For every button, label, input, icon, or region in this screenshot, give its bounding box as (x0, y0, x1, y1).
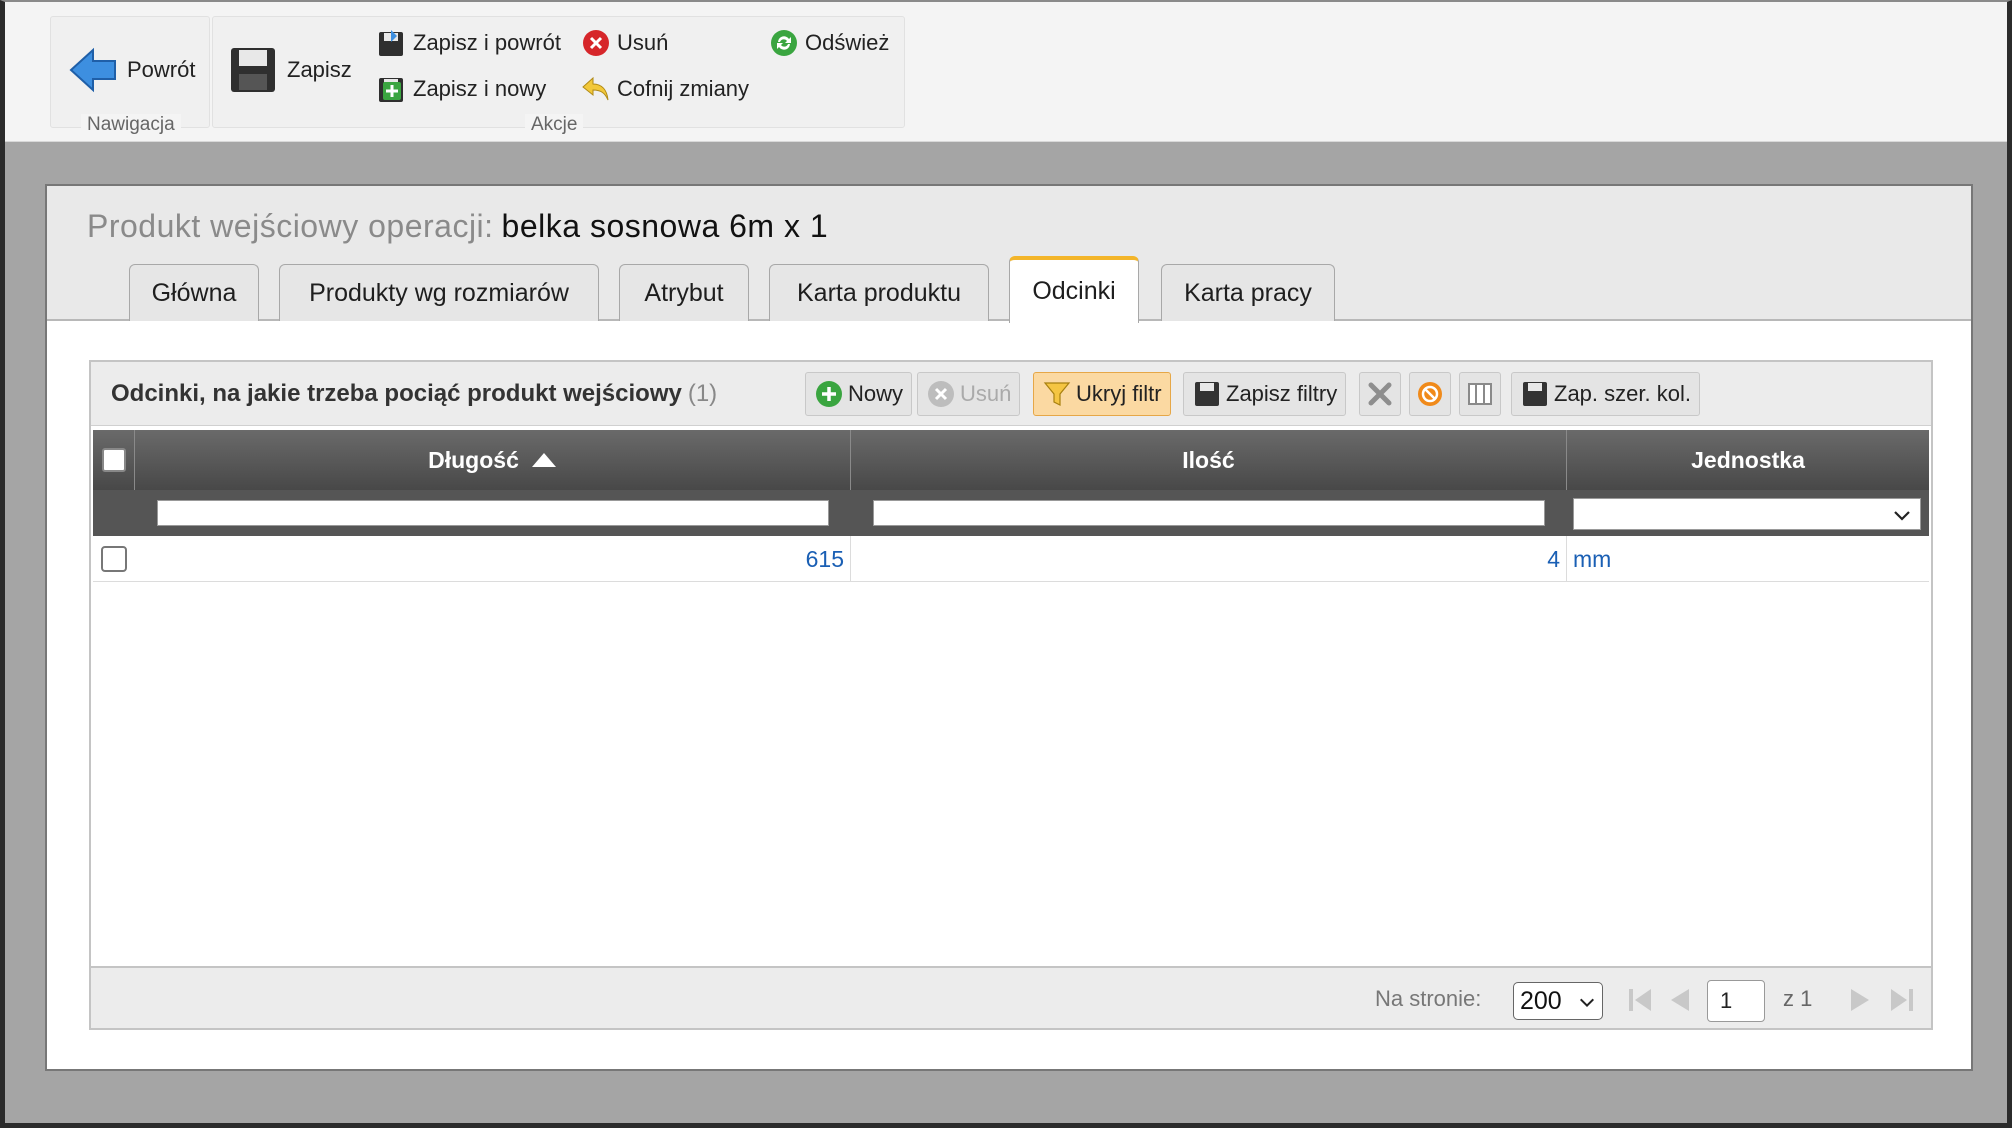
column-header-length[interactable]: Długość (135, 430, 851, 490)
length-filter-input[interactable] (157, 500, 829, 526)
funnel-filter-icon (1043, 382, 1071, 406)
save-column-widths-label: Zap. szer. kol. (1554, 381, 1691, 406)
cell-length: 615 (135, 536, 851, 582)
page-total-label: z 1 (1783, 986, 1813, 1011)
hide-filter-button[interactable]: Ukryj filtr (1033, 372, 1171, 416)
delete-record-button[interactable]: Usuń (917, 372, 1021, 416)
back-arrow-icon (69, 47, 116, 93)
column-header-length-label: Długość (428, 446, 519, 473)
grid-record-count: (1) (687, 380, 718, 407)
navigation-group-caption: Nawigacja (81, 114, 181, 136)
plus-circle-icon (816, 381, 842, 407)
delete-button-label: Usuń (617, 30, 669, 55)
floppy-disk-plus-icon (379, 78, 403, 102)
grid-filter-row (93, 490, 1929, 536)
save-and-back-label: Zapisz i powrót (413, 30, 561, 55)
refresh-button[interactable]: Odśwież (769, 25, 889, 61)
quantity-filter-input[interactable] (873, 500, 1545, 526)
unit-filter-select[interactable] (1573, 498, 1921, 530)
sort-ascending-icon (531, 453, 556, 467)
save-and-new-label: Zapisz i nowy (413, 76, 547, 101)
delete-record-label: Usuń (960, 381, 1012, 406)
cell-quantity: 4 (851, 536, 1567, 582)
segments-grid-panel: Odcinki, na jakie trzeba pociąć produkt … (89, 360, 1933, 1030)
new-record-label: Nowy (848, 381, 904, 406)
tab-segments[interactable]: Odcinki (1009, 256, 1139, 323)
save-button-label: Zapisz (287, 57, 352, 82)
per-page-value: 200 (1520, 986, 1562, 1015)
clear-filters-button[interactable] (1359, 372, 1401, 416)
per-page-select[interactable]: 200 (1513, 982, 1603, 1020)
refresh-icon (771, 30, 797, 56)
back-button[interactable]: Powrót (67, 37, 195, 103)
grid-header-row: Długość Ilość Jednostka (93, 430, 1929, 490)
title-value: belka sosnowa 6m x 1 (501, 208, 829, 244)
grid-title-text: Odcinki, na jakie trzeba pociąć produkt … (111, 380, 682, 407)
tab-product-card[interactable]: Karta produktu (769, 264, 989, 321)
first-page-icon[interactable] (1625, 985, 1655, 1015)
table-row[interactable]: 615 4 mm (93, 536, 1929, 582)
delete-x-circle-icon (583, 30, 609, 56)
actions-group-caption: Akcje (525, 114, 584, 136)
select-all-checkbox[interactable] (101, 448, 126, 472)
ribbon-toolbar: Powrót Nawigacja Zapisz Zapisz i powrót … (5, 2, 2007, 142)
grid-panel-header: Odcinki, na jakie trzeba pociąć produkt … (91, 362, 1931, 426)
columns-icon (1468, 383, 1492, 405)
row-checkbox[interactable] (101, 546, 127, 572)
save-filters-label: Zapisz filtry (1226, 381, 1338, 406)
ribbon-group-navigation: Powrót Nawigacja (50, 16, 210, 136)
floppy-disk-icon (231, 48, 275, 92)
chevron-down-icon (1894, 511, 1910, 521)
title-label: Produkt wejściowy operacji: (87, 208, 494, 244)
clear-x-icon (1368, 382, 1392, 406)
dialog-header: Produkt wejściowy operacji: belka sosnowa… (47, 186, 1971, 323)
cell-unit: mm (1573, 545, 1612, 572)
select-all-cell (93, 430, 135, 490)
chevron-down-icon (1579, 998, 1595, 1008)
tab-main[interactable]: Główna (129, 264, 259, 321)
save-filters-button[interactable]: Zapisz filtry (1183, 372, 1347, 416)
grid-title: Odcinki, na jakie trzeba pociąć produkt … (111, 380, 717, 408)
page-title: Produkt wejściowy operacji: belka sosnowa… (87, 208, 828, 245)
refresh-button-label: Odśwież (805, 30, 890, 55)
floppy-disk-back-icon (379, 30, 403, 56)
per-page-label: Na stronie: (1375, 986, 1482, 1011)
app-window: Powrót Nawigacja Zapisz Zapisz i powrót … (0, 0, 2012, 1128)
reset-sort-button[interactable] (1409, 372, 1451, 416)
next-page-icon[interactable] (1845, 985, 1875, 1015)
hide-filter-label: Ukryj filtr (1076, 381, 1162, 406)
columns-chooser-button[interactable] (1459, 372, 1501, 416)
column-header-unit[interactable]: Jednostka (1567, 430, 1929, 490)
grid-pagination-footer: Na stronie: 200 1 z 1 (91, 966, 1931, 1028)
save-and-new-button[interactable]: Zapisz i nowy (377, 71, 546, 107)
save-column-widths-button[interactable]: Zap. szer. kol. (1511, 372, 1700, 416)
floppy-disk-icon (1523, 382, 1547, 406)
column-header-quantity[interactable]: Ilość (851, 430, 1567, 490)
last-page-icon[interactable] (1887, 985, 1917, 1015)
tab-attribute[interactable]: Atrybut (619, 264, 749, 321)
delete-x-circle-icon (928, 381, 954, 407)
tab-work-card[interactable]: Karta pracy (1161, 264, 1335, 321)
ribbon-group-actions: Zapisz Zapisz i powrót Zapisz i nowy Usu… (212, 16, 905, 136)
undo-changes-button[interactable]: Cofnij zmiany (581, 71, 749, 107)
floppy-disk-icon (1195, 382, 1219, 406)
save-and-back-button[interactable]: Zapisz i powrót (377, 25, 561, 61)
page-number-input[interactable]: 1 (1707, 980, 1765, 1022)
back-button-label: Powrót (127, 57, 196, 82)
undo-changes-label: Cofnij zmiany (617, 76, 750, 101)
cancel-circle-icon (1418, 382, 1442, 406)
delete-button[interactable]: Usuń (581, 25, 668, 61)
tab-products-by-size[interactable]: Produkty wg rozmiarów (279, 264, 599, 321)
save-button[interactable]: Zapisz (227, 37, 352, 103)
previous-page-icon[interactable] (1665, 985, 1695, 1015)
new-record-button[interactable]: Nowy (805, 372, 913, 416)
undo-arrow-icon (582, 76, 609, 101)
